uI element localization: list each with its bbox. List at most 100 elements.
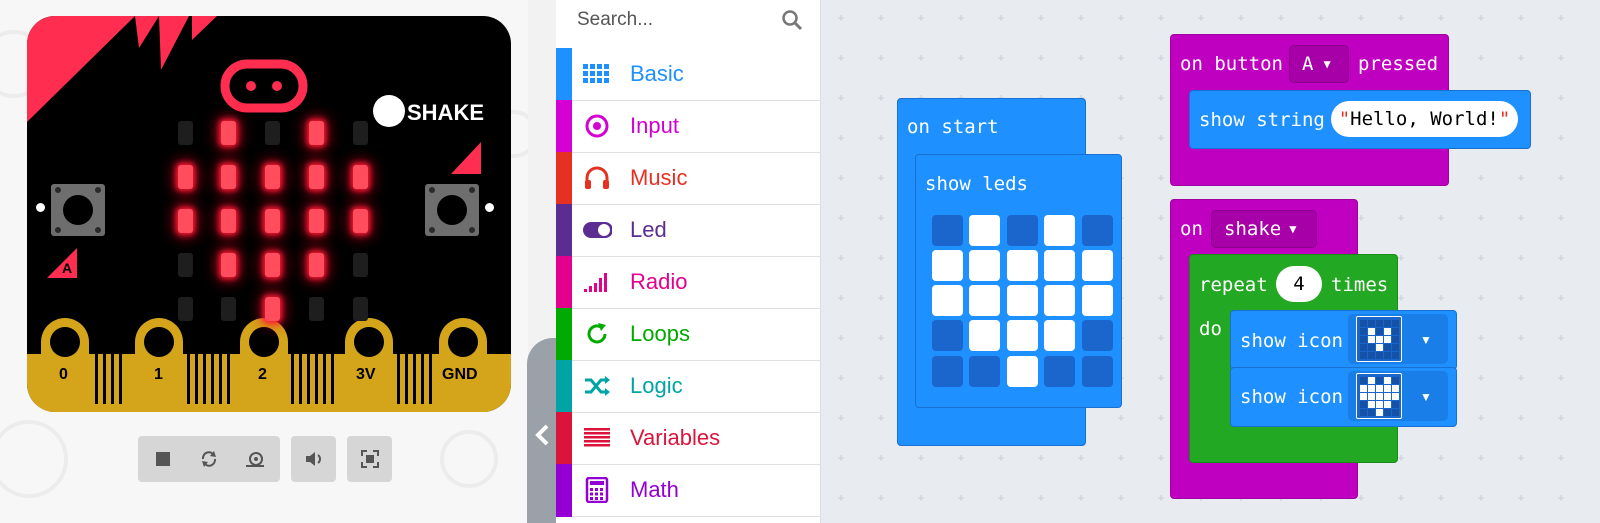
icon-pixel (1368, 393, 1375, 400)
pin-label-0[interactable]: 0 (59, 366, 68, 384)
button-select-dropdown[interactable]: A ▼ (1289, 45, 1349, 83)
led-r1-c3 (309, 165, 324, 189)
led-r1-c2 (265, 165, 280, 189)
icon-pixel (1376, 377, 1383, 384)
string-input[interactable]: " Hello, World! " (1331, 101, 1518, 137)
show-icon-label-2: show icon (1240, 386, 1343, 408)
icon-pixel (1376, 401, 1383, 408)
pin-label-gnd[interactable]: GND (442, 366, 478, 384)
category-label: Radio (630, 269, 688, 294)
icon-pixel (1384, 393, 1391, 400)
icon-pixel (1384, 320, 1391, 327)
toolbox: Basic Input Music Led Radio Loops Logic Variabl… (556, 0, 827, 523)
category-basic[interactable]: Basic (556, 48, 820, 101)
led-toggle-r1-c1[interactable] (969, 250, 1000, 281)
fullscreen-button[interactable] (349, 436, 391, 482)
led-r1-c1 (221, 165, 236, 189)
category-led[interactable]: Led (556, 204, 820, 257)
icon-pixel (1392, 344, 1399, 351)
icon-pixel (1392, 377, 1399, 384)
repeat-count-input[interactable]: 4 (1276, 266, 1322, 302)
led-toggle-r0-c2[interactable] (1007, 215, 1038, 246)
led-toggle-r3-c0[interactable] (932, 320, 963, 351)
category-logic[interactable]: Logic (556, 360, 820, 413)
on-gesture-prefix: on (1180, 218, 1203, 240)
led-toggle-r3-c4[interactable] (1082, 320, 1113, 351)
led-toggle-r0-c4[interactable] (1082, 215, 1113, 246)
show-leds-label: show leds (925, 173, 1028, 195)
icon-pixel (1384, 385, 1391, 392)
led-toggle-r3-c2[interactable] (1007, 320, 1038, 351)
category-radio[interactable]: Radio (556, 256, 820, 309)
stop-button[interactable] (142, 436, 184, 482)
icon-pixel (1376, 409, 1383, 416)
shuffle-icon (582, 373, 612, 399)
led-toggle-r3-c1[interactable] (969, 320, 1000, 351)
slow-motion-icon (246, 452, 264, 467)
led-toggle-r2-c4[interactable] (1082, 285, 1113, 316)
pin-label-1[interactable]: 1 (154, 366, 163, 384)
led-toggle-r2-c2[interactable] (1007, 285, 1038, 316)
icon-pixel (1384, 377, 1391, 384)
dropdown-arrow-icon: ▼ (1420, 390, 1432, 404)
icon-pixel (1360, 377, 1367, 384)
icon-pixel (1376, 320, 1383, 327)
icon-pixel (1384, 336, 1391, 343)
pin-label-3v[interactable]: 3V (356, 366, 376, 384)
led-toggle-r4-c1[interactable] (969, 356, 1000, 387)
led-toggle-r0-c1[interactable] (969, 215, 1000, 246)
sound-button[interactable] (293, 436, 335, 482)
headphones-icon (582, 165, 612, 191)
category-loops[interactable]: Loops (556, 308, 820, 361)
led-r4-c3 (309, 297, 324, 321)
signal-bars-icon (582, 269, 612, 295)
led-toggle-r1-c3[interactable] (1044, 250, 1075, 281)
icon-pixel (1360, 328, 1367, 335)
led-r3-c1 (221, 253, 236, 277)
led-toggle-r4-c2[interactable] (1007, 356, 1038, 387)
simulator-controls (138, 436, 280, 482)
calculator-icon (582, 477, 612, 503)
sound-icon (306, 452, 321, 466)
led-toggle-r1-c4[interactable] (1082, 250, 1113, 281)
icon-pixel (1392, 409, 1399, 416)
category-color-bar (556, 152, 572, 205)
restart-button[interactable] (188, 436, 230, 482)
led-r0-c4 (353, 121, 368, 145)
slow-motion-button[interactable] (234, 436, 276, 482)
led-r1-c4 (353, 165, 368, 189)
category-variables[interactable]: Variables (556, 412, 820, 465)
led-toggle-r3-c3[interactable] (1044, 320, 1075, 351)
led-toggle-r2-c0[interactable] (932, 285, 963, 316)
gesture-select-dropdown[interactable]: shake ▼ (1211, 210, 1317, 248)
blocks-workspace[interactable]: on start show leds on button A ▼ pressed… (821, 0, 1600, 523)
simulator-panel: SHAKE B A 0 1 2 3V GND (0, 0, 528, 523)
icon-pixel (1360, 336, 1367, 343)
sound-control (291, 436, 336, 482)
led-toggle-r0-c0[interactable] (932, 215, 963, 246)
pin-label-2[interactable]: 2 (258, 366, 267, 384)
icon-pixel (1368, 320, 1375, 327)
led-toggle-r2-c3[interactable] (1044, 285, 1075, 316)
led-toggle-r4-c0[interactable] (932, 356, 963, 387)
category-label: Basic (630, 61, 684, 86)
led-r1-c0 (178, 165, 193, 189)
button-a[interactable] (51, 184, 105, 236)
icon-pixel (1384, 401, 1391, 408)
led-toggle-r0-c3[interactable] (1044, 215, 1075, 246)
led-toggle-r1-c0[interactable] (932, 250, 963, 281)
button-b[interactable] (425, 184, 479, 236)
led-toggle-r1-c2[interactable] (1007, 250, 1038, 281)
led-r3-c4 (353, 253, 368, 277)
led-toggle-r4-c4[interactable] (1082, 356, 1113, 387)
shake-label[interactable]: SHAKE (407, 100, 484, 126)
category-music[interactable]: Music (556, 152, 820, 205)
icon-pixel (1392, 320, 1399, 327)
do-label: do (1199, 318, 1222, 340)
category-math[interactable]: Math (556, 464, 820, 517)
led-toggle-r4-c3[interactable] (1044, 356, 1075, 387)
collapse-simulator-button[interactable] (527, 338, 558, 523)
led-toggle-r2-c1[interactable] (969, 285, 1000, 316)
search-icon[interactable] (781, 9, 803, 31)
category-input[interactable]: Input (556, 100, 820, 153)
